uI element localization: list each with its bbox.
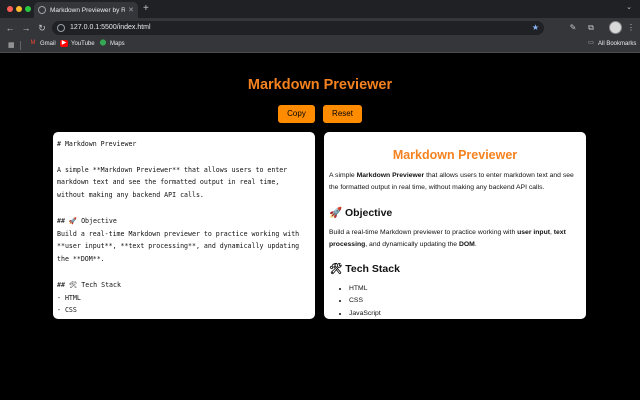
preview-subheading-tech: 🛠 Tech Stack <box>329 263 400 276</box>
bookmark-star-icon[interactable]: ★ <box>532 22 539 34</box>
list-item: JavaScript <box>349 308 581 319</box>
bold-text: user input <box>517 228 550 236</box>
profile-avatar[interactable] <box>609 21 622 34</box>
preview-paragraph-objective: Build a real-time Markdown previewer to … <box>329 227 581 252</box>
gmail-icon: M <box>30 40 36 46</box>
url-text: 127.0.0.1:5500/index.html <box>70 24 151 31</box>
page-content: Markdown Previewer Copy Reset # Markdown… <box>0 53 640 400</box>
text-span: Build a real-time Markdown previewer to … <box>329 228 518 236</box>
bookmark-label: Maps <box>110 40 125 47</box>
close-tab-icon[interactable]: ✕ <box>128 6 134 14</box>
new-tab-icon[interactable]: + <box>143 3 149 15</box>
youtube-icon: ▶ <box>60 40 68 47</box>
list-item: CSS <box>349 295 581 307</box>
forward-icon[interactable]: → <box>20 22 32 34</box>
bookmark-label: YouTube <box>71 40 95 47</box>
tab-search-icon[interactable]: ⌄ <box>624 3 634 13</box>
reload-icon[interactable]: ↻ <box>36 22 48 34</box>
back-icon[interactable]: ← <box>4 22 16 34</box>
preview-heading: Markdown Previewer <box>392 148 518 162</box>
text-span: A simple <box>329 172 357 179</box>
maps-icon: ⬤ <box>99 40 107 46</box>
bold-text: DOM <box>458 240 475 248</box>
globe-icon <box>38 6 46 14</box>
site-info-icon[interactable] <box>57 24 65 32</box>
preview-paragraph-intro: A simple Markdown Previewer that allows … <box>329 170 581 195</box>
preview-panel: Markdown Previewer A simple Markdown Pre… <box>324 132 586 319</box>
bold-text: Markdown Previewer <box>356 172 425 179</box>
tab-title: Markdown Previewer by Renil <box>50 6 126 14</box>
bookmark-gmail[interactable]: M Gmail <box>29 40 56 47</box>
navigation-bar: ← → ↻ 127.0.0.1:5500/index.html ★ ✎ ⧉ ⋮ <box>0 18 640 38</box>
bookmark-youtube[interactable]: ▶ YouTube <box>60 40 95 47</box>
bookmarks-bar: ▦ M Gmail ▶ YouTube ⬤ Maps ▭ All Bookmar… <box>0 38 640 53</box>
bookmark-maps[interactable]: ⬤ Maps <box>99 40 125 47</box>
close-window-button[interactable] <box>7 6 13 12</box>
tab-bar: Markdown Previewer by Renil ✕ + ⌄ <box>0 0 640 18</box>
maximize-window-button[interactable] <box>25 6 31 12</box>
menu-dots-icon[interactable]: ⋮ <box>626 22 636 34</box>
preview-subheading-objective: 🚀 Objective <box>329 206 393 219</box>
apps-grid-icon[interactable]: ▦ <box>8 42 15 49</box>
list-item: HTML <box>349 283 581 295</box>
tech-list: HTML CSS JavaScript <box>329 283 581 319</box>
text-span: . <box>474 240 477 248</box>
reset-button[interactable]: Reset <box>323 105 362 123</box>
text-span: , and dynamically updating the <box>365 240 459 248</box>
bookmark-label: Gmail <box>40 40 56 47</box>
browser-tab[interactable]: Markdown Previewer by Renil ✕ <box>34 2 138 18</box>
page-title: Markdown Previewer <box>247 77 393 93</box>
all-bookmarks[interactable]: ▭ All Bookmarks <box>587 40 636 47</box>
puzzle-extension-icon[interactable]: ⧉ <box>586 22 596 34</box>
pen-extension-icon[interactable]: ✎ <box>568 22 578 34</box>
editor-text[interactable]: # Markdown Previewer A simple **Markdown… <box>57 138 311 319</box>
markdown-editor[interactable]: # Markdown Previewer A simple **Markdown… <box>53 132 315 319</box>
copy-button[interactable]: Copy <box>278 105 315 123</box>
folder-icon: ▭ <box>588 40 594 46</box>
bookmarks-divider <box>20 41 21 50</box>
minimize-window-button[interactable] <box>16 6 22 12</box>
all-bookmarks-label: All Bookmarks <box>598 40 637 47</box>
address-bar[interactable]: 127.0.0.1:5500/index.html ★ <box>52 21 544 35</box>
